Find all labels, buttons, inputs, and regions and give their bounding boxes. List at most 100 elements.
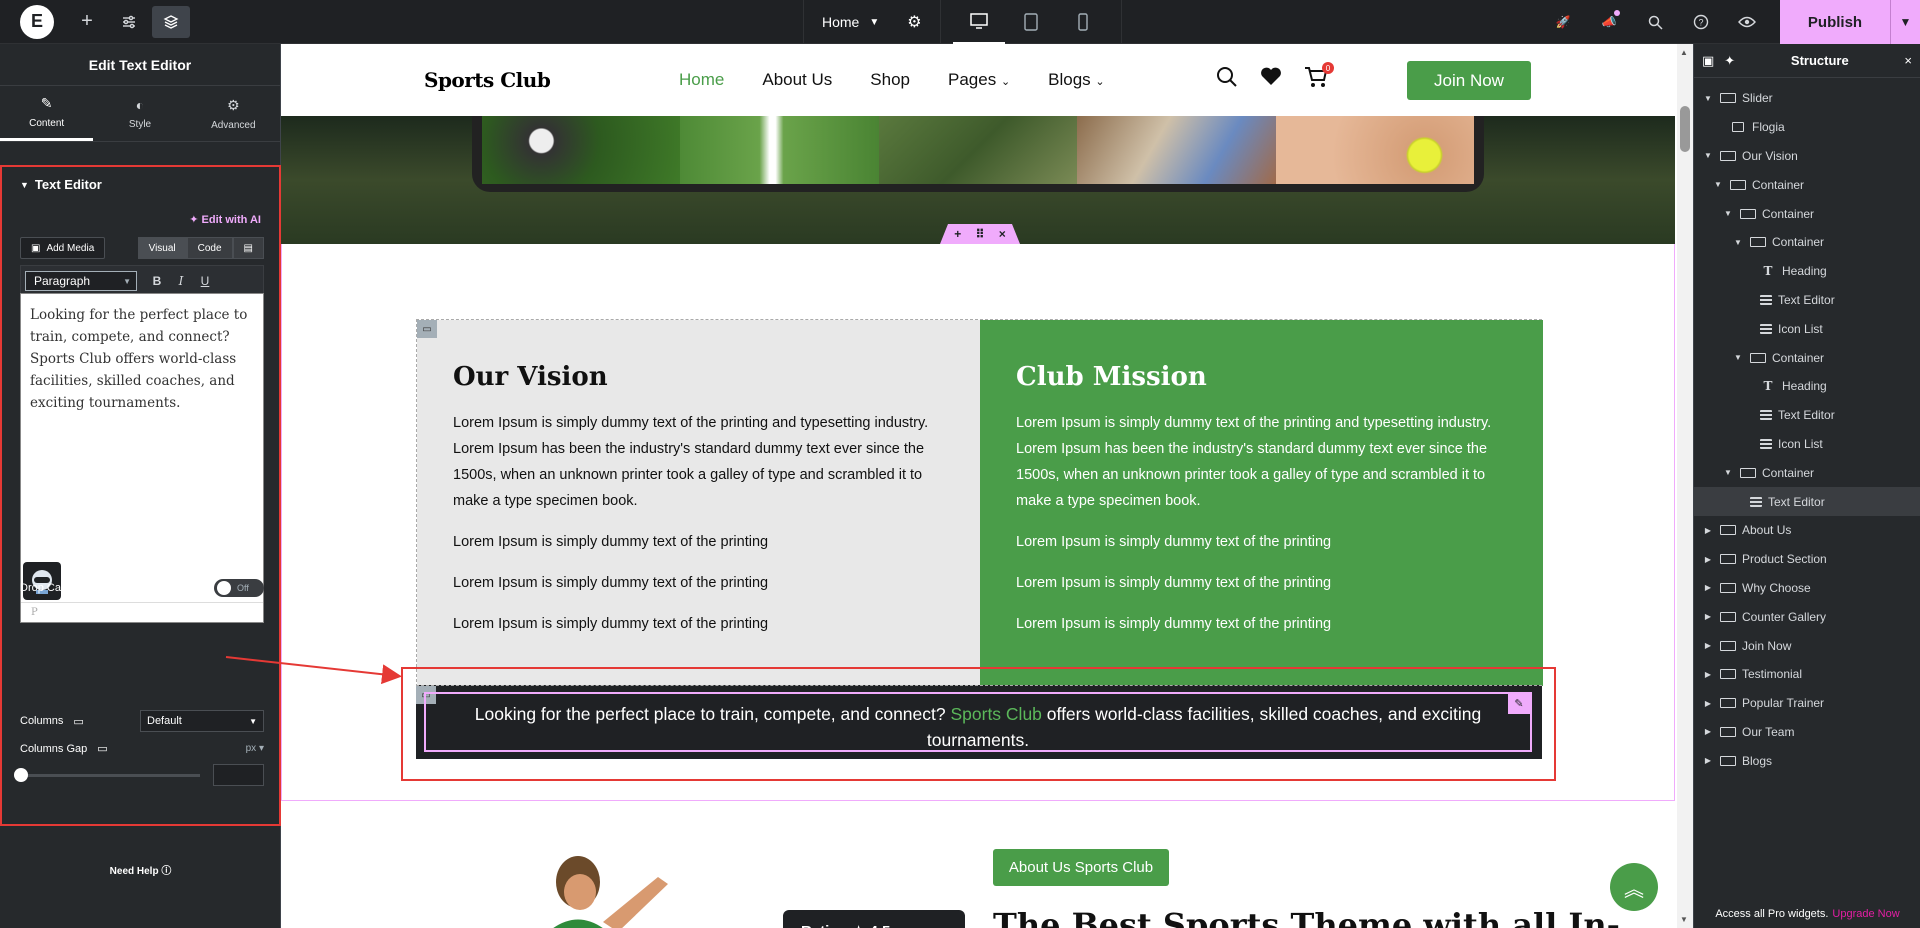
editor-content[interactable]: Looking for the perfect place to train, … xyxy=(30,307,247,411)
tab-advanced[interactable]: ⚙ Advanced xyxy=(187,86,280,141)
publish-button[interactable]: Publish ▼ xyxy=(1780,0,1920,44)
structure-node[interactable]: ▶ Blogs xyxy=(1694,746,1920,775)
structure-node[interactable]: ▶ Testimonial xyxy=(1694,660,1920,689)
structure-node[interactable]: ▼ Container xyxy=(1694,343,1920,372)
slider-handle[interactable] xyxy=(14,768,28,782)
structure-node[interactable]: Text Editor xyxy=(1694,401,1920,430)
structure-node[interactable]: ▼ Container xyxy=(1694,458,1920,487)
collapse-all-icon[interactable]: ▣ xyxy=(1702,53,1714,69)
caret-down-icon[interactable]: ▼ xyxy=(1732,238,1744,247)
need-help-link[interactable]: Need Help ⓘ xyxy=(0,862,281,877)
caret-down-icon[interactable]: ▼ xyxy=(1722,468,1734,477)
wysiwyg-editor[interactable]: Looking for the perfect place to train, … xyxy=(20,293,264,623)
scroll-to-top-button[interactable]: ︽ xyxy=(1610,863,1658,911)
caret-right-icon[interactable]: ▶ xyxy=(1702,526,1714,535)
gear-icon[interactable]: ⚙ xyxy=(907,12,921,32)
caret-right-icon[interactable]: ▶ xyxy=(1702,699,1714,708)
toolbar-toggle-icon[interactable]: ▤ xyxy=(232,237,264,259)
canvas-scrollbar[interactable]: ▲ ▼ xyxy=(1677,44,1693,928)
structure-node[interactable]: Text Editor xyxy=(1694,487,1920,516)
scroll-up-arrow-icon[interactable]: ▲ xyxy=(1680,48,1688,57)
structure-node[interactable]: ▶ About Us xyxy=(1694,516,1920,545)
structure-node[interactable]: Text Editor xyxy=(1694,286,1920,315)
add-element-button[interactable]: + xyxy=(68,6,106,38)
help-icon[interactable]: ? xyxy=(1678,0,1724,44)
section-toggle[interactable]: ▼ Text Editor xyxy=(2,167,279,202)
tab-visual[interactable]: Visual xyxy=(137,237,187,259)
underline-icon[interactable]: U xyxy=(195,271,215,291)
responsive-desktop-icon[interactable]: ▭ xyxy=(97,742,107,755)
structure-node[interactable]: Icon List xyxy=(1694,430,1920,459)
page-selector[interactable]: Home ▼ ⚙ xyxy=(803,0,941,44)
structure-node[interactable]: ▶ Our Team xyxy=(1694,718,1920,747)
container-handle-icon[interactable]: ▭ xyxy=(417,320,437,338)
caret-down-icon[interactable]: ▼ xyxy=(1702,151,1714,160)
structure-node[interactable]: ▼ Container xyxy=(1694,170,1920,199)
ai-sparkle-icon[interactable]: ✦ xyxy=(1724,53,1735,69)
structure-node[interactable]: ▶ Counter Gallery xyxy=(1694,602,1920,631)
scroll-down-arrow-icon[interactable]: ▼ xyxy=(1680,915,1688,924)
nav-item-pages[interactable]: Pages ⌄ xyxy=(948,70,1010,90)
section-handle[interactable]: + ⠿ × xyxy=(940,224,1020,244)
caret-down-icon[interactable]: ▼ xyxy=(1712,180,1724,189)
nav-item-blogs[interactable]: Blogs ⌄ xyxy=(1048,70,1104,90)
caret-right-icon[interactable]: ▶ xyxy=(1702,641,1714,650)
scrollbar-thumb[interactable] xyxy=(1680,106,1690,152)
tab-code[interactable]: Code xyxy=(186,237,233,259)
structure-node[interactable]: T Heading xyxy=(1694,372,1920,401)
structure-node[interactable]: ▶ Product Section xyxy=(1694,545,1920,574)
caret-down-icon[interactable]: ▼ xyxy=(1732,353,1744,362)
rocket-icon[interactable]: 🚀 xyxy=(1540,0,1586,44)
whats-new-icon[interactable]: 📣 xyxy=(1586,0,1632,44)
edit-with-ai-button[interactable]: ✦ Edit with AI xyxy=(189,213,261,226)
site-settings-button[interactable] xyxy=(110,6,148,38)
cart-icon[interactable]: 0 xyxy=(1304,62,1334,88)
structure-node[interactable]: ▶ Join Now xyxy=(1694,631,1920,660)
nav-item-about[interactable]: About Us xyxy=(762,70,832,90)
drop-cap-toggle[interactable]: Off xyxy=(214,579,264,597)
nav-item-shop[interactable]: Shop xyxy=(870,70,910,90)
structure-node[interactable]: ▼ Slider xyxy=(1694,84,1920,113)
nav-item-home[interactable]: Home xyxy=(679,70,724,90)
format-select[interactable]: Paragraph ▼ xyxy=(25,271,137,291)
structure-toggle-button[interactable] xyxy=(152,5,190,38)
columns-gap-slider[interactable] xyxy=(14,768,200,782)
bold-icon[interactable]: B xyxy=(147,271,167,291)
structure-node[interactable]: ▶ Popular Trainer xyxy=(1694,689,1920,718)
add-icon[interactable]: + xyxy=(954,227,961,241)
about-us-pill[interactable]: About Us Sports Club xyxy=(993,849,1169,886)
tab-content[interactable]: ✎ Content xyxy=(0,86,94,141)
mobile-device-button[interactable] xyxy=(1057,0,1109,44)
site-logo[interactable]: Sports Club xyxy=(424,68,551,92)
italic-icon[interactable]: I xyxy=(171,271,191,291)
desktop-device-button[interactable] xyxy=(952,0,1005,44)
caret-right-icon[interactable]: ▶ xyxy=(1702,612,1714,621)
unit-selector[interactable]: px ▾ xyxy=(246,743,264,754)
drag-icon[interactable]: ⠿ xyxy=(975,227,984,241)
structure-node[interactable]: Icon List xyxy=(1694,314,1920,343)
caret-right-icon[interactable]: ▶ xyxy=(1702,670,1714,679)
caret-down-icon[interactable]: ▼ xyxy=(1702,94,1714,103)
publish-options-chevron-icon[interactable]: ▼ xyxy=(1890,0,1920,44)
elementor-logo-icon[interactable]: E xyxy=(20,4,54,39)
columns-select[interactable]: Default ▼ xyxy=(140,710,264,732)
close-icon[interactable]: × xyxy=(999,227,1006,241)
upgrade-now-link[interactable]: Upgrade Now xyxy=(1832,908,1899,920)
search-icon[interactable] xyxy=(1216,66,1238,88)
tab-style[interactable]: ◐ Style xyxy=(93,86,186,141)
caret-right-icon[interactable]: ▶ xyxy=(1702,756,1714,765)
heart-icon[interactable] xyxy=(1260,66,1282,86)
structure-node[interactable]: ▼ Our Vision xyxy=(1694,142,1920,171)
structure-node[interactable]: T Heading xyxy=(1694,257,1920,286)
structure-node[interactable]: ▼ Container xyxy=(1694,228,1920,257)
search-icon[interactable] xyxy=(1632,0,1678,44)
caret-right-icon[interactable]: ▶ xyxy=(1702,555,1714,564)
add-media-button[interactable]: ▣ Add Media xyxy=(20,237,106,259)
columns-gap-input[interactable] xyxy=(213,764,264,786)
structure-node[interactable]: Flogia xyxy=(1694,113,1920,142)
caret-right-icon[interactable]: ▶ xyxy=(1702,727,1714,736)
join-now-button[interactable]: Join Now xyxy=(1407,61,1531,100)
caret-down-icon[interactable]: ▼ xyxy=(1722,209,1734,218)
structure-node[interactable]: ▶ Why Choose xyxy=(1694,574,1920,603)
preview-eye-icon[interactable] xyxy=(1724,0,1770,44)
